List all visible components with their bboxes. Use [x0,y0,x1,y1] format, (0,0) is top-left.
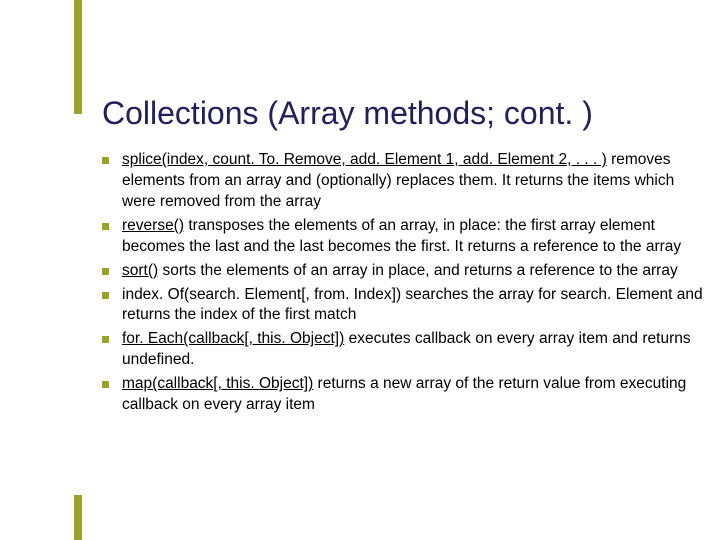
method-signature: map(callback[, this. Object]) [122,375,313,392]
method-signature: sort() [122,262,158,279]
method-signature: splice(index, count. To. Remove, add. El… [122,151,607,168]
list-item: sort() sorts the elements of an array in… [102,261,710,282]
bullet-list: splice(index, count. To. Remove, add. El… [102,150,710,416]
slide-body: splice(index, count. To. Remove, add. El… [102,150,710,419]
method-description: sorts the elements of an array in place,… [162,262,677,279]
list-item: map(callback[, this. Object]) returns a … [102,374,710,416]
method-description: transposes the elements of an array, in … [122,217,681,255]
accent-bar-bottom [74,495,82,540]
method-signature: index. Of(search. Element[, from. Index]… [122,286,401,303]
method-signature: reverse() [122,217,184,234]
list-item: splice(index, count. To. Remove, add. El… [102,150,710,213]
slide: Collections (Array methods; cont. ) spli… [0,0,720,540]
accent-bar-top [74,0,82,114]
slide-title: Collections (Array methods; cont. ) [102,95,593,132]
method-signature: for. Each(callback[, this. Object]) [122,330,344,347]
list-item: reverse() transposes the elements of an … [102,216,710,258]
list-item: index. Of(search. Element[, from. Index]… [102,285,710,327]
list-item: for. Each(callback[, this. Object]) exec… [102,329,710,371]
